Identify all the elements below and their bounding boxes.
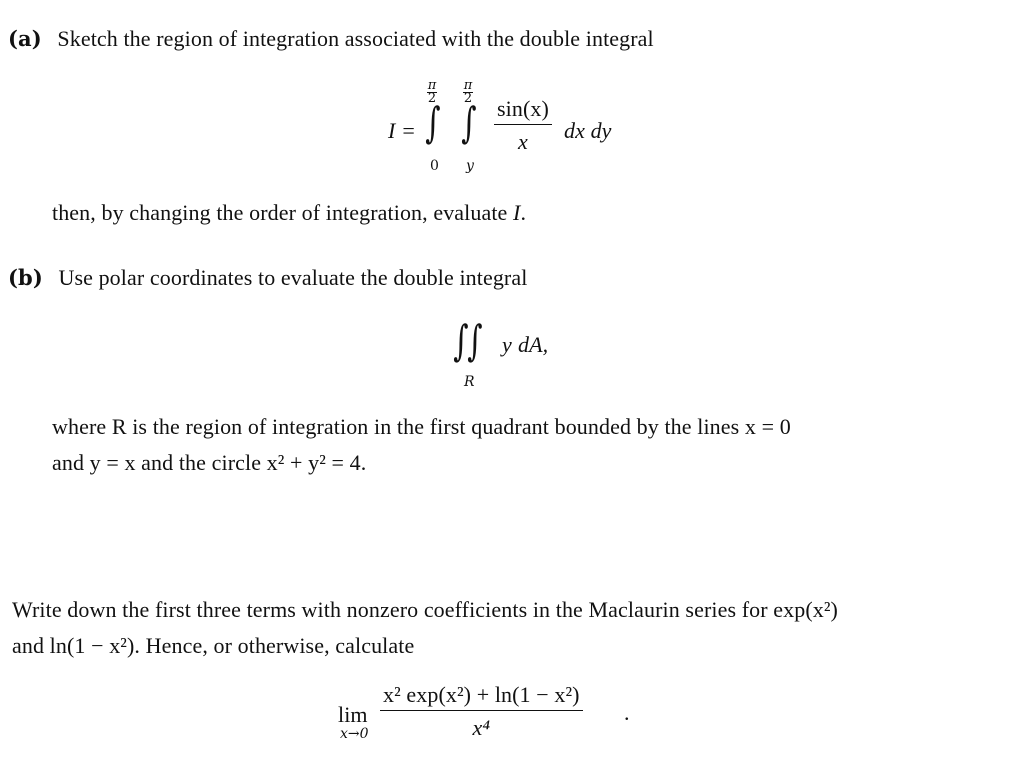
- limit-expression: lim x→0 x² exp(x²) + ln(1 − x²) x⁴ .: [338, 682, 638, 752]
- differential-dA: dA,: [518, 332, 549, 357]
- limit-subscript: x→0: [340, 726, 369, 742]
- limit-denominator: x⁴: [472, 715, 491, 740]
- outer-integral-sign: ∫: [425, 98, 441, 147]
- part-a-question: (a) Sketch the region of integration ass…: [8, 26, 654, 52]
- limit-numerator: x² exp(x²) + ln(1 − x²): [380, 682, 583, 711]
- part-a-line2: then, by changing the order of integrati…: [52, 200, 527, 225]
- integrand-fraction: sin(x) x: [494, 96, 552, 155]
- part-b-label: (b): [8, 265, 43, 290]
- part-b-line1: Use polar coordinates to evaluate the do…: [58, 265, 528, 290]
- limit-operator: lim: [338, 702, 368, 727]
- inner-lower-limit: y: [466, 158, 474, 174]
- limit-fraction: x² exp(x²) + ln(1 − x²) x⁴: [380, 682, 583, 741]
- integral-lhs: I =: [388, 118, 416, 143]
- part-b-integral: ∫ ∫ R y dA,: [450, 320, 590, 392]
- part-a-label: (a): [8, 26, 42, 51]
- part-c-line2: and ln(1 − x²). Hence, or otherwise, cal…: [12, 633, 415, 658]
- integral-region: R: [464, 374, 475, 390]
- integrand-y: y: [502, 332, 512, 357]
- part-b-line3: and y = x and the circle x² + y² = 4.: [52, 450, 367, 475]
- integrand-denominator: x: [518, 129, 528, 154]
- outer-lower-limit: 0: [430, 158, 439, 174]
- inner-integral-sign: ∫: [461, 98, 477, 147]
- limit-trailing-period: .: [624, 700, 630, 725]
- part-a-line1: Sketch the region of integration associa…: [57, 26, 654, 51]
- part-c-line1: Write down the first three terms with no…: [12, 597, 838, 622]
- part-b-question: (b) Use polar coordinates to evaluate th…: [8, 265, 527, 291]
- part-b-line2: where R is the region of integration in …: [52, 414, 791, 439]
- integral-differentials: dx dy: [564, 118, 612, 143]
- integrand-numerator: sin(x): [494, 96, 552, 125]
- part-a-integral: I = π 2 ∫ 0 π 2 ∫ y sin(x) x dx dy: [388, 78, 648, 178]
- double-integral-sign-2: ∫: [467, 316, 483, 365]
